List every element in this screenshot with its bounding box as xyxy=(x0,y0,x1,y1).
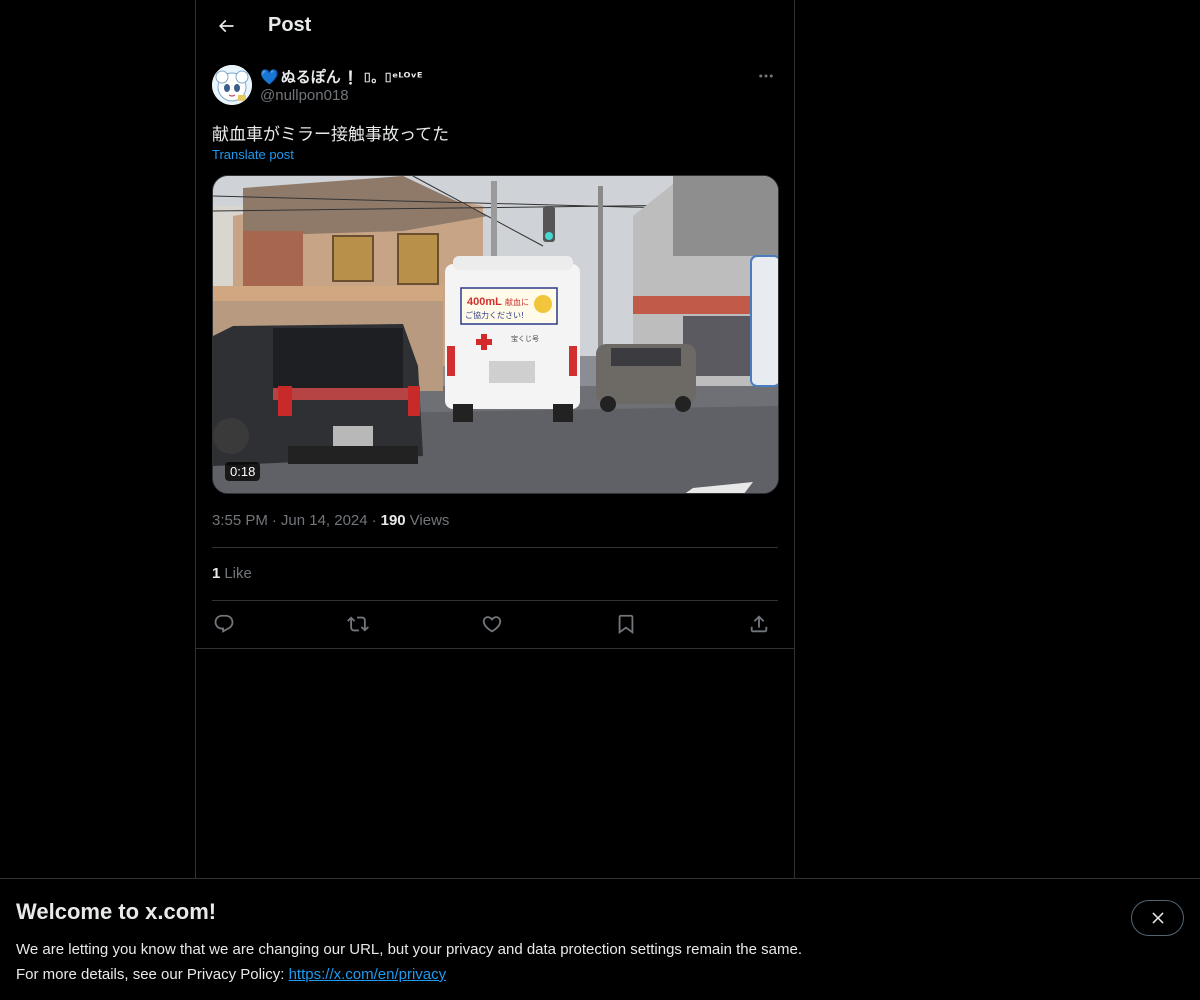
page-title: Post xyxy=(268,14,312,36)
post-date[interactable]: Jun 14, 2024 xyxy=(281,512,368,529)
sign-logo: 宝くじ号 xyxy=(511,334,539,343)
banner-line-2-prefix: For more details, see our Privacy Policy… xyxy=(16,966,289,983)
video-thumbnail: 400mL 献血に ご協力ください! 宝くじ号 xyxy=(213,176,778,493)
post-actions xyxy=(212,608,778,640)
display-name[interactable]: 💙 ぬるぽん ❕ ⌷。⌷ᵉᴸᴼᵛᴱ xyxy=(260,66,423,87)
post-time[interactable]: 3:55 PM xyxy=(212,512,268,529)
bookmark-button[interactable] xyxy=(614,612,638,636)
meta-separator: · xyxy=(371,512,377,529)
divider xyxy=(212,547,778,548)
sign-400ml: 400mL xyxy=(467,296,502,308)
heart-icon xyxy=(482,616,502,633)
like-button[interactable] xyxy=(480,612,504,636)
video-player[interactable]: 400mL 献血に ご協力ください! 宝くじ号 0:18 xyxy=(212,175,779,494)
post-author: 💙 ぬるぽん ❕ ⌷。⌷ᵉᴸᴼᵛᴱ @nullpon018 xyxy=(212,64,778,108)
avatar[interactable] xyxy=(212,65,252,105)
views-label: Views xyxy=(409,512,450,529)
banner-line-2: For more details, see our Privacy Policy… xyxy=(16,962,802,987)
post-header: Post xyxy=(196,0,794,54)
more-options-button[interactable] xyxy=(754,64,778,88)
more-dots-icon xyxy=(759,74,773,78)
close-banner-button[interactable] xyxy=(1131,900,1184,936)
repost-icon xyxy=(347,616,369,632)
back-button[interactable] xyxy=(208,8,244,44)
display-name-text: ぬるぽん xyxy=(280,68,341,86)
banner-text: We are letting you know that we are chan… xyxy=(16,937,802,987)
divider xyxy=(212,600,778,601)
video-duration: 0:18 xyxy=(225,462,261,481)
user-handle[interactable]: @nullpon018 xyxy=(260,87,349,104)
bookmark-icon xyxy=(618,614,634,635)
banner-line-1: We are letting you know that we are chan… xyxy=(16,941,802,958)
repost-button[interactable] xyxy=(346,612,370,636)
close-icon xyxy=(1151,912,1164,924)
likes-summary[interactable]: 1 Like xyxy=(212,565,252,582)
translate-post-link[interactable]: Translate post xyxy=(212,147,294,162)
welcome-banner: Welcome to x.com! We are letting you kno… xyxy=(0,878,1200,1000)
likes-count: 1 xyxy=(212,565,221,582)
banner-title: Welcome to x.com! xyxy=(16,899,217,924)
sign-kyouryoku: ご協力ください! xyxy=(465,310,524,320)
share-icon xyxy=(750,615,768,633)
post-text: 献血車がミラー接触事故ってた xyxy=(212,125,450,145)
share-button[interactable] xyxy=(747,612,771,636)
views-count: 190 xyxy=(380,512,406,529)
sign-kenketsu: 献血に xyxy=(505,297,529,307)
blue-heart-emoji: 💙 xyxy=(260,68,279,86)
privacy-policy-link[interactable]: https://x.com/en/privacy xyxy=(289,966,447,983)
reply-button[interactable] xyxy=(212,612,236,636)
reply-icon xyxy=(214,614,234,633)
divider xyxy=(196,648,794,649)
display-name-suffix: ❕ ⌷。⌷ᵉᴸᴼᵛᴱ xyxy=(342,71,423,86)
avatar-illustration xyxy=(212,65,252,105)
arrow-left-icon xyxy=(218,19,234,33)
post-column: Post 💙 ぬるぽん ❕ ⌷。⌷ᵉᴸᴼᵛᴱ @nullpon018 献血車がミ… xyxy=(195,0,795,1000)
meta-separator: · xyxy=(271,512,277,529)
likes-label: Like xyxy=(224,565,252,582)
post-meta: 3:55 PM · Jun 14, 2024 · 190 Views xyxy=(212,512,449,529)
